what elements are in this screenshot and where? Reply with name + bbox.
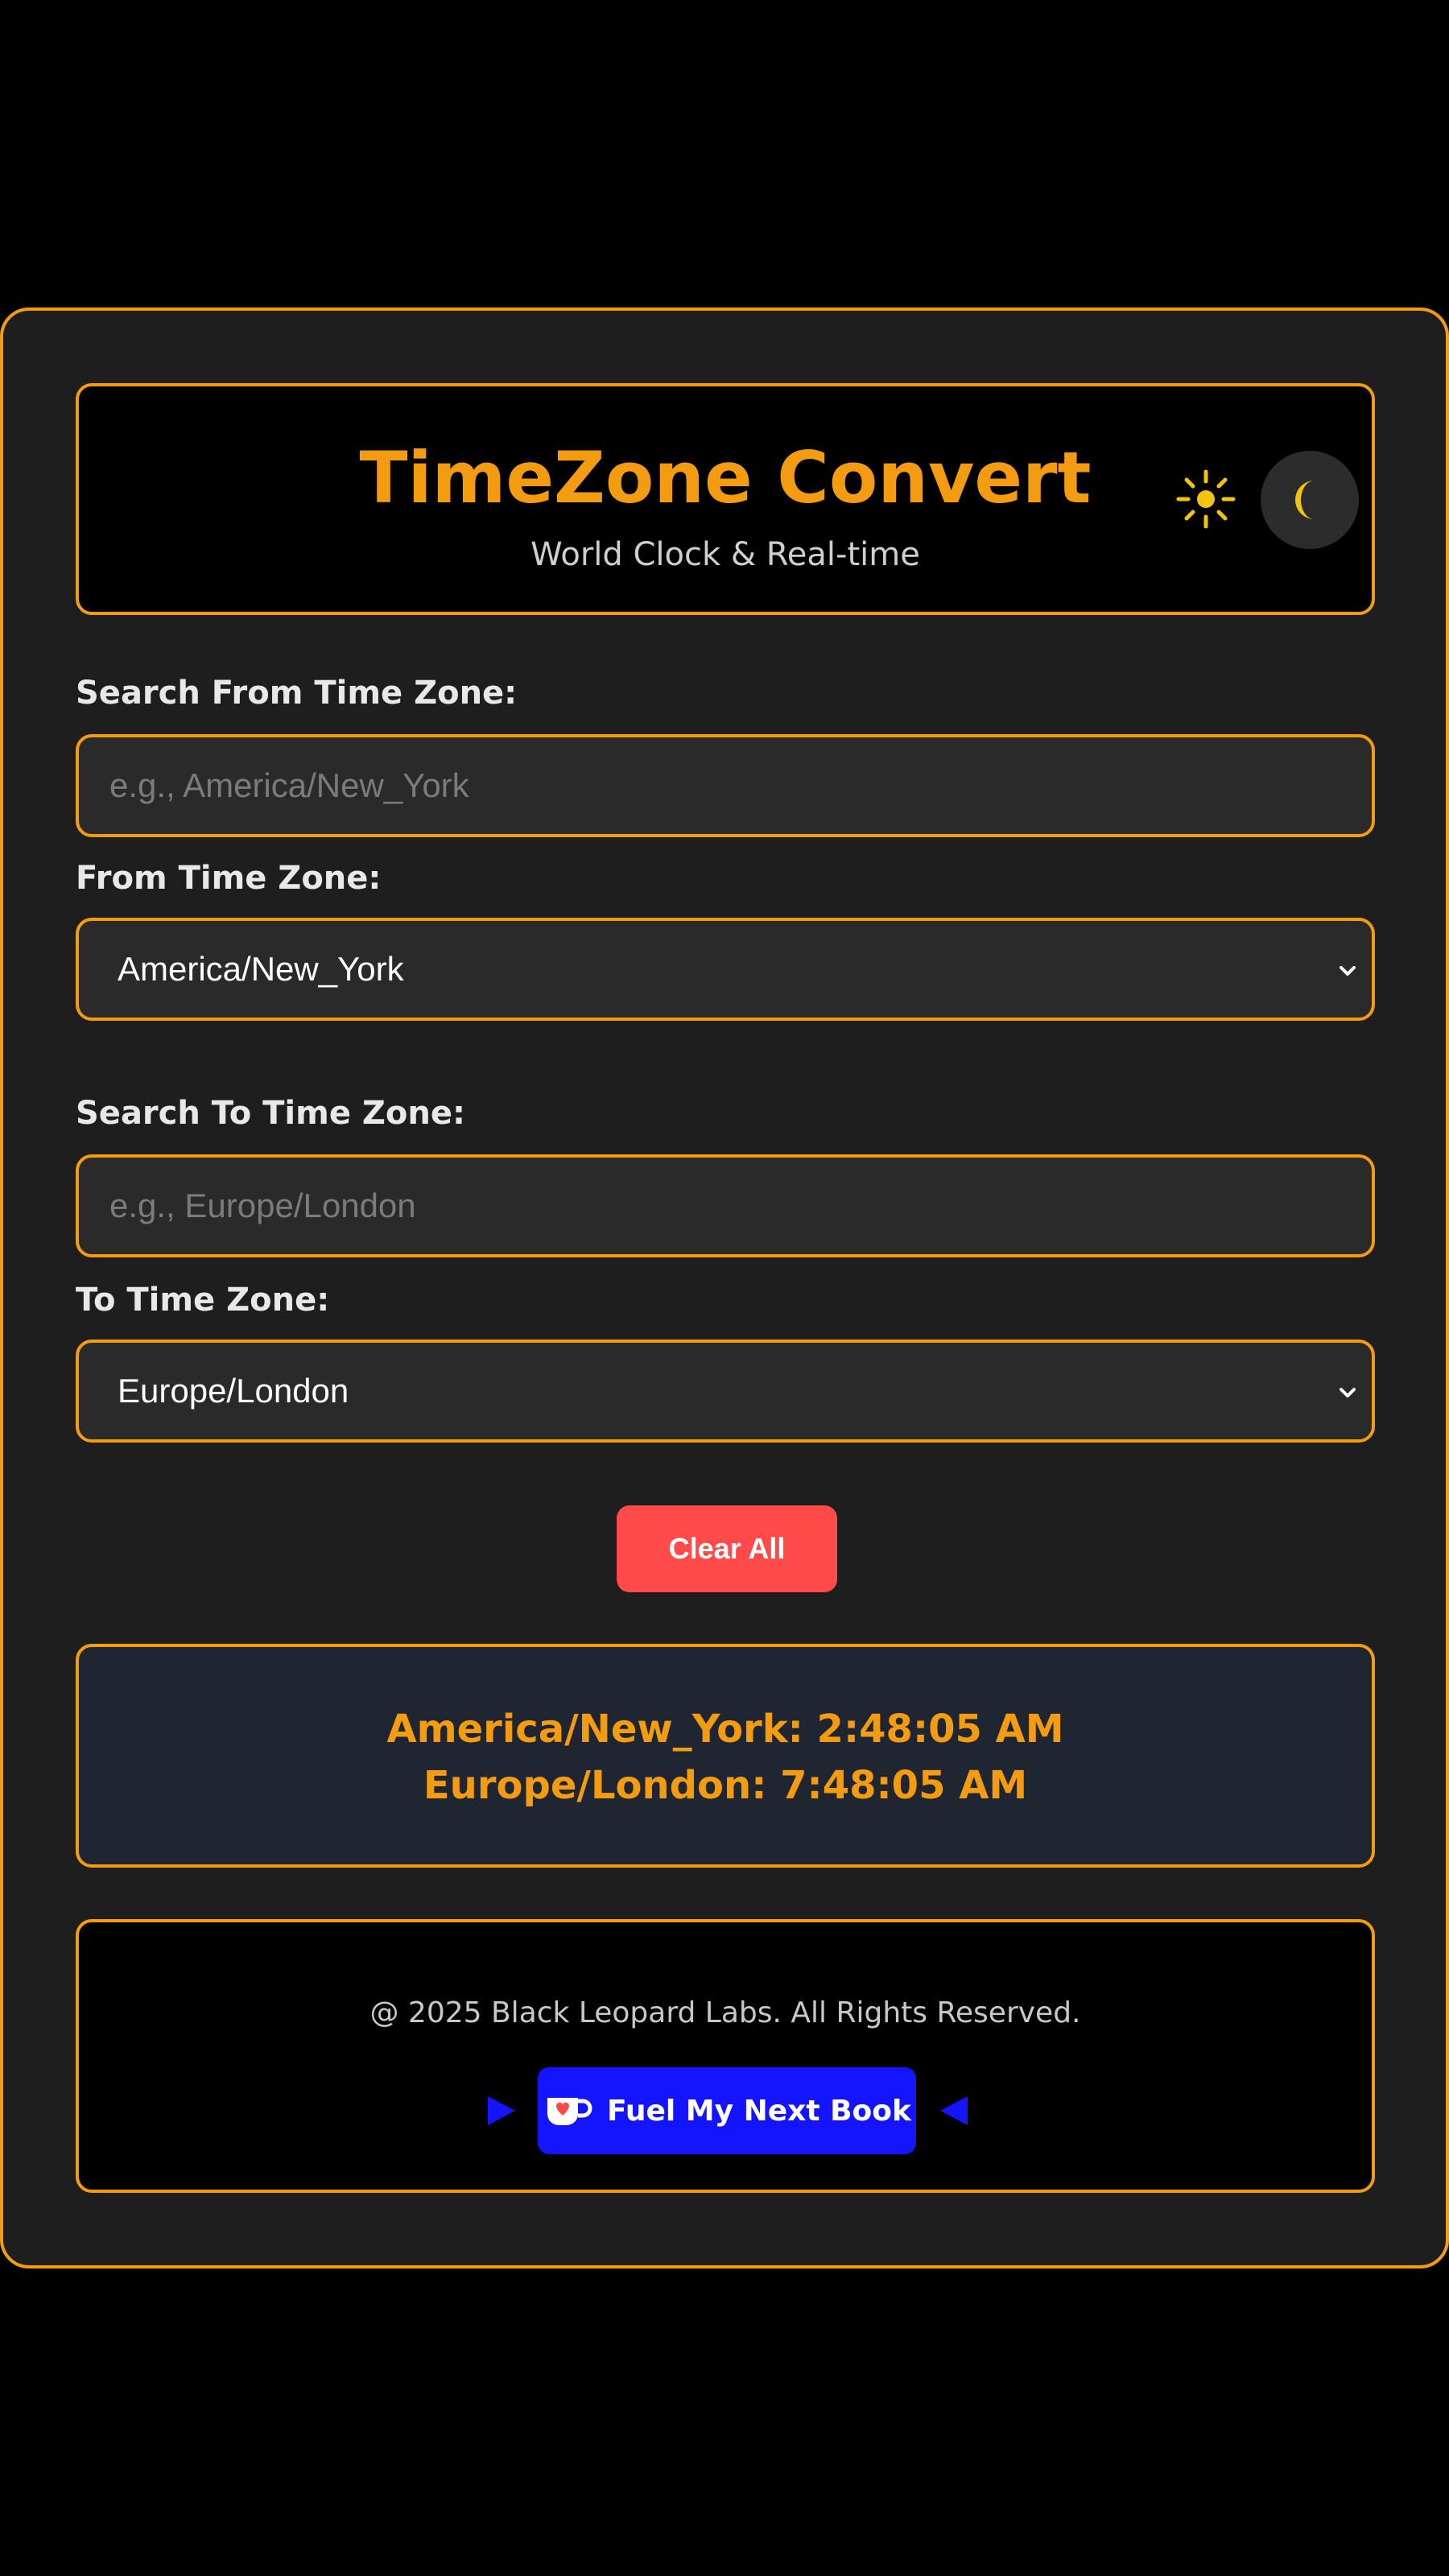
chevron-down-icon [1340,1388,1356,1397]
search-from-label: Search From Time Zone: [76,675,518,712]
app-header: TimeZone Convert World Clock & Real-time [76,383,1375,615]
fuel-button-label: Fuel My Next Book [607,2094,911,2128]
arrow-left-icon [940,2096,968,2125]
from-timezone-select[interactable]: America/New_York [76,918,1375,1021]
arrow-right-icon [488,2096,515,2125]
theme-toggle-button[interactable] [1261,451,1359,549]
from-time-result: America/New_York: 2:48:05 AM [386,1707,1064,1752]
to-timezone-select[interactable]: Europe/London [76,1340,1375,1443]
search-to-label: Search To Time Zone: [76,1095,465,1132]
from-timezone-label: From Time Zone: [76,860,382,897]
coffee-cup-icon [547,2098,592,2125]
search-from-input[interactable] [76,734,1375,837]
sun-icon[interactable] [1174,467,1238,531]
conversion-result: America/New_York: 2:48:05 AM Europe/Lond… [76,1644,1375,1868]
search-to-input[interactable] [76,1154,1375,1257]
footer: @ 2025 Black Leopard Labs. All Rights Re… [76,1919,1375,2193]
copyright-text: @ 2025 Black Leopard Labs. All Rights Re… [369,1996,1081,2029]
chevron-down-icon [1340,966,1356,976]
to-timezone-label: To Time Zone: [76,1282,330,1319]
moon-icon [1295,481,1315,519]
clear-all-button[interactable]: Clear All [617,1505,837,1592]
app-subtitle: World Clock & Real-time [530,536,920,573]
fuel-my-next-book-button[interactable]: Fuel My Next Book [538,2067,916,2154]
converter-card: TimeZone Convert World Clock & Real-time… [0,308,1449,2268]
to-time-result: Europe/London: 7:48:05 AM [423,1763,1028,1808]
to-timezone-value: Europe/London [118,1372,349,1410]
from-timezone-value: America/New_York [118,950,404,988]
